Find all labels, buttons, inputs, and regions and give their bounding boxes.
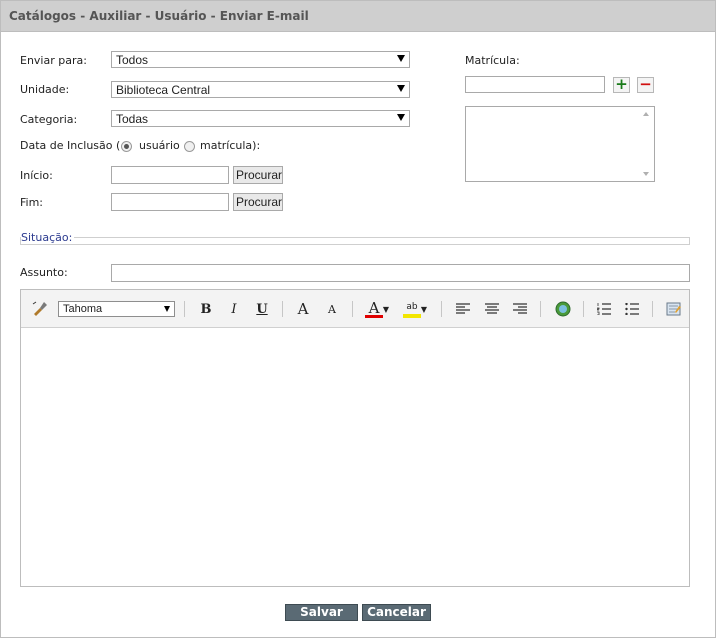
font-family-value: Tahoma — [63, 303, 103, 315]
dropdown-arrow-icon — [397, 85, 405, 92]
toolbar-separator — [583, 301, 584, 317]
assunto-label: Assunto: — [20, 266, 68, 279]
situacao-fieldset — [20, 237, 690, 245]
inicio-procurar-button[interactable]: Procurar — [233, 166, 283, 184]
align-right-icon[interactable] — [511, 300, 529, 318]
unidade-select[interactable]: Biblioteca Central — [111, 81, 410, 98]
highlight-color-icon[interactable]: ab — [403, 300, 421, 318]
fim-label: Fim: — [20, 196, 44, 209]
font-color-dropdown-icon[interactable]: ▼ — [382, 300, 390, 318]
toolbar-separator — [352, 301, 353, 317]
editor-content-area[interactable] — [21, 328, 689, 586]
underline-icon[interactable]: U — [253, 300, 271, 318]
toolbar-separator — [652, 301, 653, 317]
italic-icon[interactable]: I — [225, 300, 243, 318]
categoria-value: Todas — [116, 112, 149, 126]
data-inclusao-label: Data de Inclusão ( — [20, 139, 121, 152]
enviar-para-select[interactable]: Todos — [111, 51, 410, 68]
font-color-icon[interactable]: A — [365, 299, 383, 318]
highlight-dropdown-icon[interactable]: ▼ — [420, 300, 428, 318]
add-matricula-button[interactable]: + — [613, 77, 630, 93]
unordered-list-icon[interactable] — [623, 300, 641, 318]
toolbar-separator — [540, 301, 541, 317]
rich-text-editor: Tahoma B I U A A A ▼ ab ▼ — [20, 289, 690, 587]
radio-matricula-label: matrícula): — [200, 139, 261, 152]
dropdown-arrow-icon — [164, 306, 170, 312]
unidade-value: Biblioteca Central — [116, 83, 211, 97]
fim-procurar-button[interactable]: Procurar — [233, 193, 283, 211]
assunto-input[interactable] — [111, 264, 690, 282]
scroll-down-icon[interactable] — [643, 172, 649, 176]
enviar-para-label: Enviar para: — [20, 54, 87, 67]
situacao-legend: Situação: — [21, 231, 75, 244]
fim-input[interactable] — [111, 193, 229, 211]
toolbar-separator — [441, 301, 442, 317]
html-mode-icon[interactable] — [665, 300, 683, 318]
font-family-select[interactable]: Tahoma — [58, 301, 175, 317]
dropdown-arrow-icon — [397, 114, 405, 121]
inicio-input[interactable] — [111, 166, 229, 184]
cancel-button[interactable]: Cancelar — [362, 604, 431, 621]
radio-usuario[interactable] — [121, 141, 132, 152]
unidade-label: Unidade: — [20, 83, 70, 96]
toolbar-separator — [282, 301, 283, 317]
matricula-input[interactable] — [465, 76, 605, 93]
radio-usuario-label: usuário — [139, 139, 180, 152]
editor-toolbar: Tahoma B I U A A A ▼ ab ▼ — [21, 290, 689, 328]
radio-matricula[interactable] — [184, 141, 195, 152]
enviar-para-value: Todos — [116, 53, 149, 67]
categoria-select[interactable]: Todas — [111, 110, 410, 127]
matricula-list[interactable] — [465, 106, 655, 182]
paint-brush-icon[interactable] — [31, 300, 49, 318]
dropdown-arrow-icon — [397, 55, 405, 62]
matricula-label: Matrícula: — [465, 54, 520, 67]
font-size-down-icon[interactable]: A — [323, 300, 341, 318]
ordered-list-icon[interactable] — [595, 300, 613, 318]
toolbar-separator — [184, 301, 185, 317]
scroll-up-icon[interactable] — [643, 112, 649, 116]
title-bar: Catálogos - Auxiliar - Usuário - Enviar … — [1, 1, 715, 32]
save-button[interactable]: Salvar — [285, 604, 358, 621]
matricula-list-scrollbar[interactable] — [639, 107, 654, 181]
align-left-icon[interactable] — [454, 300, 472, 318]
bold-icon[interactable]: B — [197, 300, 215, 318]
categoria-label: Categoria: — [20, 113, 78, 126]
font-size-up-icon[interactable]: A — [294, 300, 312, 318]
insert-link-icon[interactable] — [554, 300, 572, 318]
window-title: Catálogos - Auxiliar - Usuário - Enviar … — [9, 9, 309, 23]
remove-matricula-button[interactable]: − — [637, 77, 654, 93]
inicio-label: Início: — [20, 169, 53, 182]
align-center-icon[interactable] — [483, 300, 501, 318]
